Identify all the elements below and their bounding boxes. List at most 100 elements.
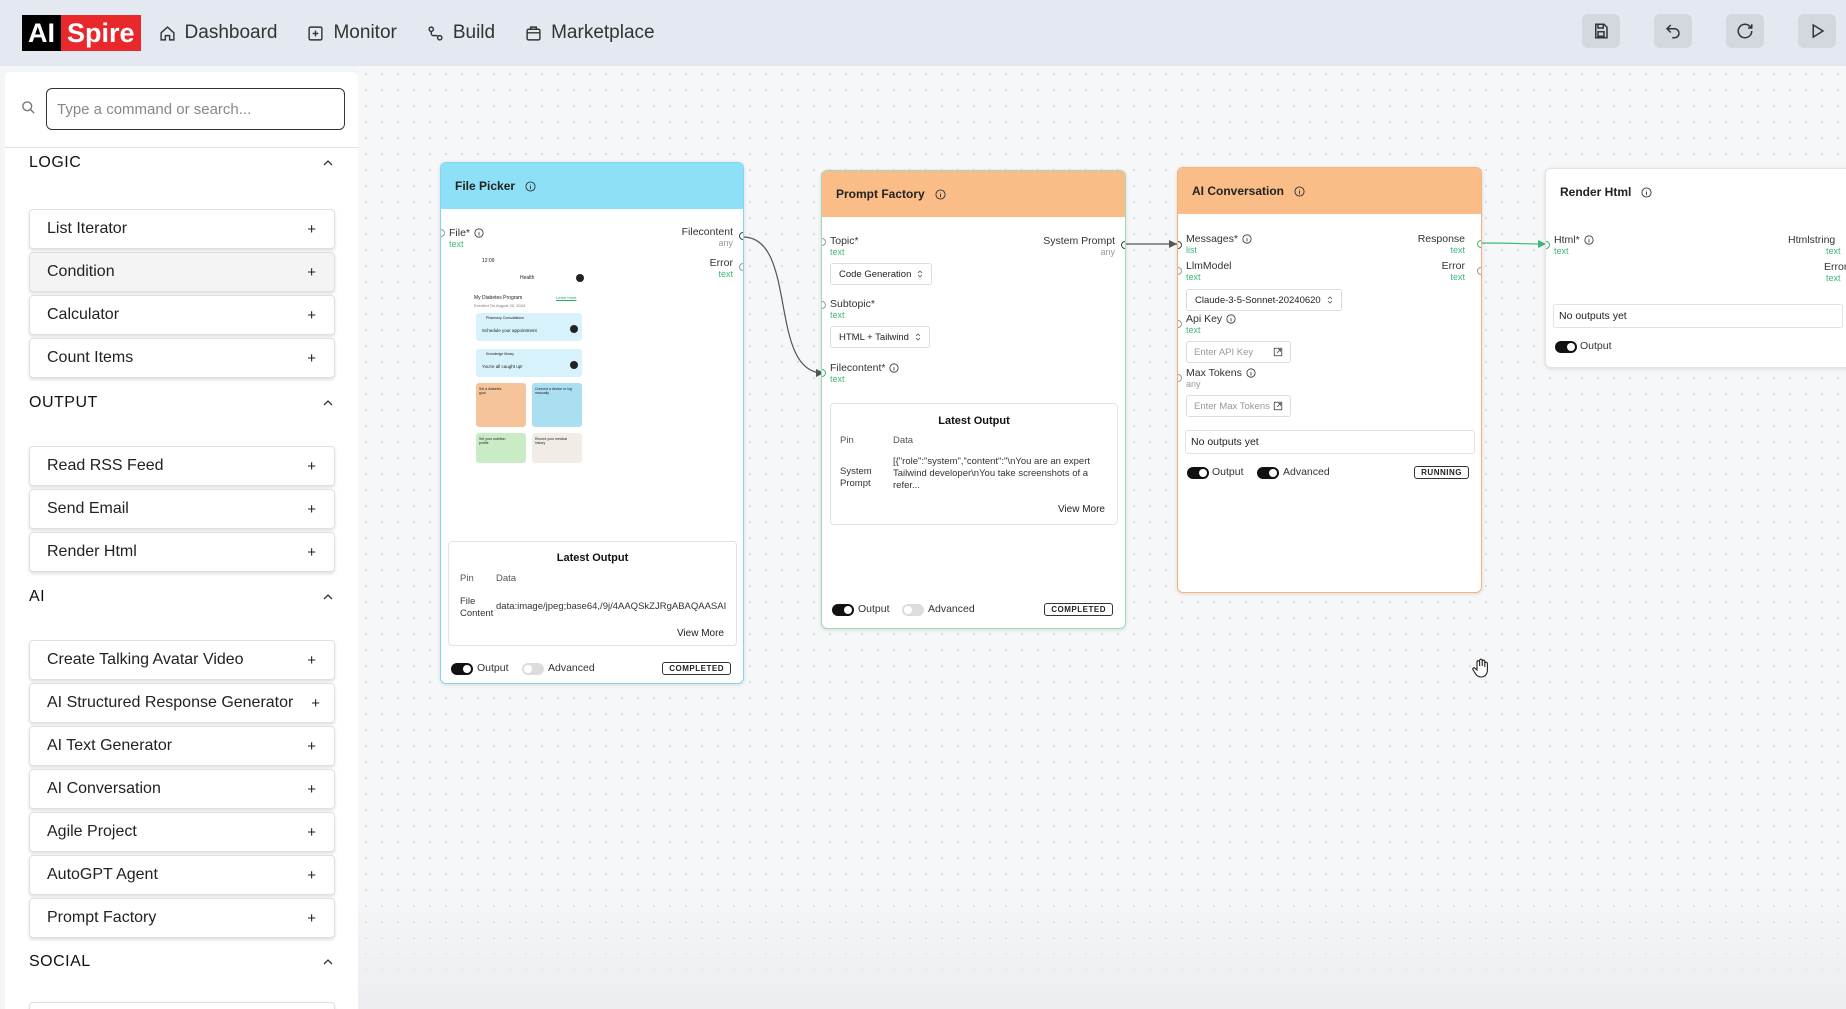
pin-filecontent-text: Filecontent* xyxy=(830,362,886,374)
node-ai-conversation[interactable]: AI Conversation Messages* list Response … xyxy=(1177,167,1482,593)
node-file-picker[interactable]: File Picker File* text Filecontent any E… xyxy=(440,162,744,684)
nav-marketplace[interactable]: Marketplace xyxy=(525,22,655,44)
info-icon[interactable] xyxy=(525,180,536,192)
nav-monitor[interactable]: Monitor xyxy=(307,22,397,44)
node-header[interactable]: Render Html xyxy=(1546,169,1846,215)
advanced-toggle[interactable] xyxy=(522,663,544,675)
pin-max-tokens-in[interactable] xyxy=(1178,374,1182,382)
block-prompt-factory[interactable]: Prompt Factory + xyxy=(29,898,335,938)
max-tokens-placeholder: Enter Max Tokens xyxy=(1194,400,1270,412)
info-icon[interactable] xyxy=(474,228,484,238)
section-logic[interactable]: LOGIC xyxy=(5,150,358,176)
block-calculator[interactable]: Calculator + xyxy=(29,295,335,335)
block-list-iterator[interactable]: List Iterator + xyxy=(29,209,335,249)
pin-system-prompt-out[interactable] xyxy=(1121,241,1125,249)
toolbar-actions xyxy=(1582,14,1836,48)
search-input[interactable] xyxy=(46,88,345,130)
info-icon[interactable] xyxy=(935,188,946,200)
flow-canvas[interactable]: File Picker File* text Filecontent any E… xyxy=(358,66,1846,1009)
phone-tile-1: Set a diabetes goal xyxy=(476,383,526,427)
block-label: AI Conversation xyxy=(47,780,161,797)
marketplace-icon xyxy=(526,25,541,41)
run-button[interactable] xyxy=(1798,14,1836,48)
section-ai[interactable]: AI xyxy=(5,584,358,610)
node-header[interactable]: AI Conversation xyxy=(1178,168,1481,214)
block-count-items[interactable]: Count Items + xyxy=(29,338,335,378)
redo-button[interactable] xyxy=(1726,14,1764,48)
info-icon[interactable] xyxy=(1242,234,1252,244)
pin-error-out[interactable] xyxy=(1477,267,1481,275)
save-icon xyxy=(1595,23,1608,39)
pin-llmmodel-in[interactable] xyxy=(1178,267,1182,275)
chevron-updown-icon xyxy=(1327,296,1333,304)
advanced-toggle[interactable] xyxy=(1257,467,1279,479)
output-toggle[interactable] xyxy=(1555,341,1577,353)
brand-logo[interactable]: AI Spire xyxy=(22,15,141,51)
block-ai-structured-response-generator[interactable]: AI Structured Response Generator + xyxy=(29,683,335,723)
info-icon[interactable] xyxy=(1246,368,1256,378)
advanced-toggle[interactable] xyxy=(902,604,924,616)
phone-card-2-text: You're all caught up! xyxy=(482,364,523,369)
output-toggle[interactable] xyxy=(451,663,473,675)
pin-filecontent-label: Filecontent* xyxy=(830,362,900,374)
pin-filecontent-type: text xyxy=(830,374,845,384)
block-autogpt-agent[interactable]: AutoGPT Agent + xyxy=(29,855,335,895)
pin-messages-in[interactable] xyxy=(1178,241,1182,249)
section-output[interactable]: OUTPUT xyxy=(5,390,358,416)
max-tokens-input[interactable]: Enter Max Tokens xyxy=(1186,395,1291,417)
block-send-email[interactable]: Send Email + xyxy=(29,489,335,529)
api-key-input[interactable]: Enter API Key xyxy=(1186,341,1291,363)
pin-filecontent-in[interactable] xyxy=(822,369,826,377)
output-toggle[interactable] xyxy=(832,604,854,616)
nav-marketplace-label: Marketplace xyxy=(551,22,655,43)
view-more-link[interactable]: View More xyxy=(677,628,724,639)
node-header[interactable]: Prompt Factory xyxy=(822,171,1125,217)
section-output-title: OUTPUT xyxy=(29,394,98,411)
node-render-html[interactable]: Render Html Html* text Htmlstring text E… xyxy=(1545,168,1846,368)
info-icon[interactable] xyxy=(889,363,900,373)
block-social-partial[interactable] xyxy=(29,1002,335,1009)
block-ai-conversation[interactable]: AI Conversation + xyxy=(29,769,335,809)
subtopic-select[interactable]: HTML + Tailwind xyxy=(830,326,930,348)
col-data: Data xyxy=(893,435,914,446)
llm-model-select[interactable]: Claude-3-5-Sonnet-20240620 xyxy=(1186,289,1342,311)
info-icon[interactable] xyxy=(1641,186,1652,198)
pin-topic-in[interactable] xyxy=(822,238,826,246)
phone-arrow xyxy=(570,361,578,369)
block-label: Condition xyxy=(47,263,115,280)
pin-messages-text: Messages* xyxy=(1186,233,1238,245)
node-prompt-factory[interactable]: Prompt Factory Topic* text System Prompt… xyxy=(821,170,1126,629)
pin-response-out[interactable] xyxy=(1477,240,1481,248)
block-agile-project[interactable]: Agile Project + xyxy=(29,812,335,852)
topic-select[interactable]: Code Generation xyxy=(830,263,933,285)
pin-error-out[interactable] xyxy=(739,263,743,271)
block-render-html[interactable]: Render Html + xyxy=(29,532,335,572)
nav-dashboard[interactable]: Dashboard xyxy=(159,22,277,44)
block-read-rss-feed[interactable]: Read RSS Feed + xyxy=(29,446,335,486)
pin-filecontent-out[interactable] xyxy=(739,232,743,240)
view-more-link[interactable]: View More xyxy=(1058,504,1105,515)
pin-api-key-in[interactable] xyxy=(1178,320,1182,328)
output-toggle[interactable] xyxy=(1187,467,1209,479)
row-data: data:image/jpeg;base64,/9j/4AAQSkZJRgABA… xyxy=(496,601,727,612)
expand-icon[interactable] xyxy=(1273,401,1283,411)
api-key-placeholder: Enter API Key xyxy=(1194,346,1254,358)
pin-html-in[interactable] xyxy=(1546,241,1550,249)
info-icon[interactable] xyxy=(1584,235,1594,245)
node-header[interactable]: File Picker xyxy=(441,163,743,209)
block-label: AI Text Generator xyxy=(47,737,173,754)
pin-error-label: Error xyxy=(1824,261,1846,273)
pin-file-in[interactable] xyxy=(441,229,445,237)
info-icon[interactable] xyxy=(1294,185,1305,197)
undo-button[interactable] xyxy=(1654,14,1692,48)
info-icon[interactable] xyxy=(1226,314,1236,324)
pin-subtopic-in[interactable] xyxy=(822,301,826,309)
no-outputs-box: No outputs yet xyxy=(1185,430,1475,454)
nav-build[interactable]: Build xyxy=(427,22,495,44)
section-social[interactable]: SOCIAL xyxy=(5,949,358,975)
expand-icon[interactable] xyxy=(1273,347,1283,357)
save-button[interactable] xyxy=(1582,14,1620,48)
block-ai-text-generator[interactable]: AI Text Generator + xyxy=(29,726,335,766)
block-condition[interactable]: Condition + xyxy=(29,252,335,292)
block-create-talking-avatar-video[interactable]: Create Talking Avatar Video + xyxy=(29,640,335,680)
